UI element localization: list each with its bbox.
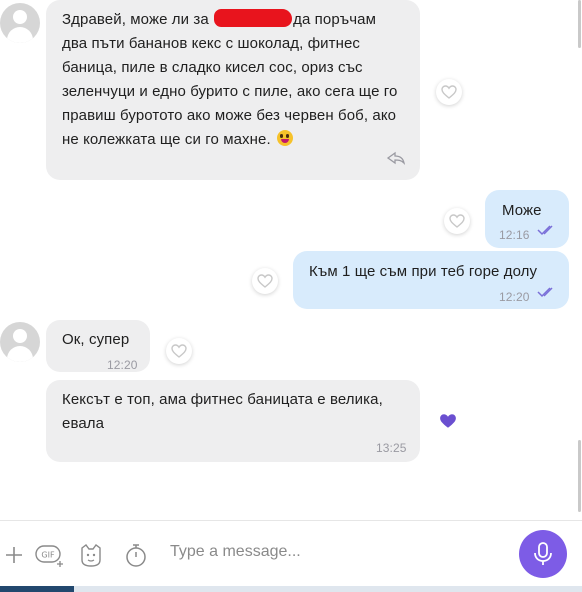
message-text: Ок, супер: [62, 331, 130, 348]
message-bubble-incoming[interactable]: Ок, супер 12:20: [46, 320, 150, 372]
taskbar-item[interactable]: [0, 586, 74, 592]
message-text: Към 1 ще съм при теб горе долу: [309, 263, 538, 280]
message-input[interactable]: Type a message...: [170, 543, 301, 561]
read-double-check-icon: [537, 225, 553, 236]
scrollbar-thumb-lower[interactable]: [578, 440, 581, 512]
message-time: 12:16: [499, 228, 530, 242]
read-double-check-icon: [537, 287, 553, 298]
grinning-face-emoji: [277, 130, 294, 146]
plus-icon[interactable]: [2, 543, 26, 567]
microphone-button[interactable]: [519, 530, 567, 578]
message-composer: GIF Type a message...: [0, 520, 582, 586]
like-button[interactable]: [444, 208, 470, 234]
heart-filled-icon: [440, 414, 456, 428]
message-text: Може: [502, 202, 542, 219]
gif-icon[interactable]: GIF: [34, 542, 66, 568]
heart-outline-icon: [171, 344, 187, 358]
heart-outline-icon: [257, 274, 273, 288]
message-bubble-incoming[interactable]: Кексът е топ, ама фитнес баницата е вели…: [46, 380, 420, 462]
taskbar-strip: [0, 586, 582, 592]
message-time: 13:25: [376, 441, 407, 455]
message-bubble-outgoing[interactable]: Може 12:16: [485, 190, 569, 248]
like-button[interactable]: [166, 338, 192, 364]
timer-icon[interactable]: [122, 541, 150, 569]
like-button[interactable]: [436, 79, 462, 105]
message-bubble-outgoing[interactable]: Към 1 ще съм при теб горе долу 12:20: [293, 251, 569, 309]
like-button[interactable]: [252, 268, 278, 294]
message-time: 12:20: [499, 290, 530, 304]
message-text: Кексът е топ, ама фитнес баницата е вели…: [62, 391, 383, 432]
sticker-icon[interactable]: [77, 541, 105, 569]
redaction-mark: [214, 9, 293, 27]
avatar[interactable]: [0, 3, 40, 43]
message-text: Здравей, може ли за да поръчам два пъти …: [62, 9, 398, 148]
message-time: 12:20: [107, 358, 138, 372]
heart-outline-icon: [441, 85, 457, 99]
reply-icon[interactable]: [386, 150, 406, 166]
scrollbar-thumb[interactable]: [578, 0, 581, 48]
heart-outline-icon: [449, 214, 465, 228]
microphone-icon: [534, 542, 552, 565]
like-button[interactable]: [435, 408, 461, 434]
chat-scrollbar[interactable]: [576, 0, 582, 520]
avatar[interactable]: [0, 322, 40, 362]
svg-text:GIF: GIF: [41, 551, 55, 560]
message-bubble-incoming[interactable]: Здравей, може ли за да поръчам два пъти …: [46, 0, 420, 180]
